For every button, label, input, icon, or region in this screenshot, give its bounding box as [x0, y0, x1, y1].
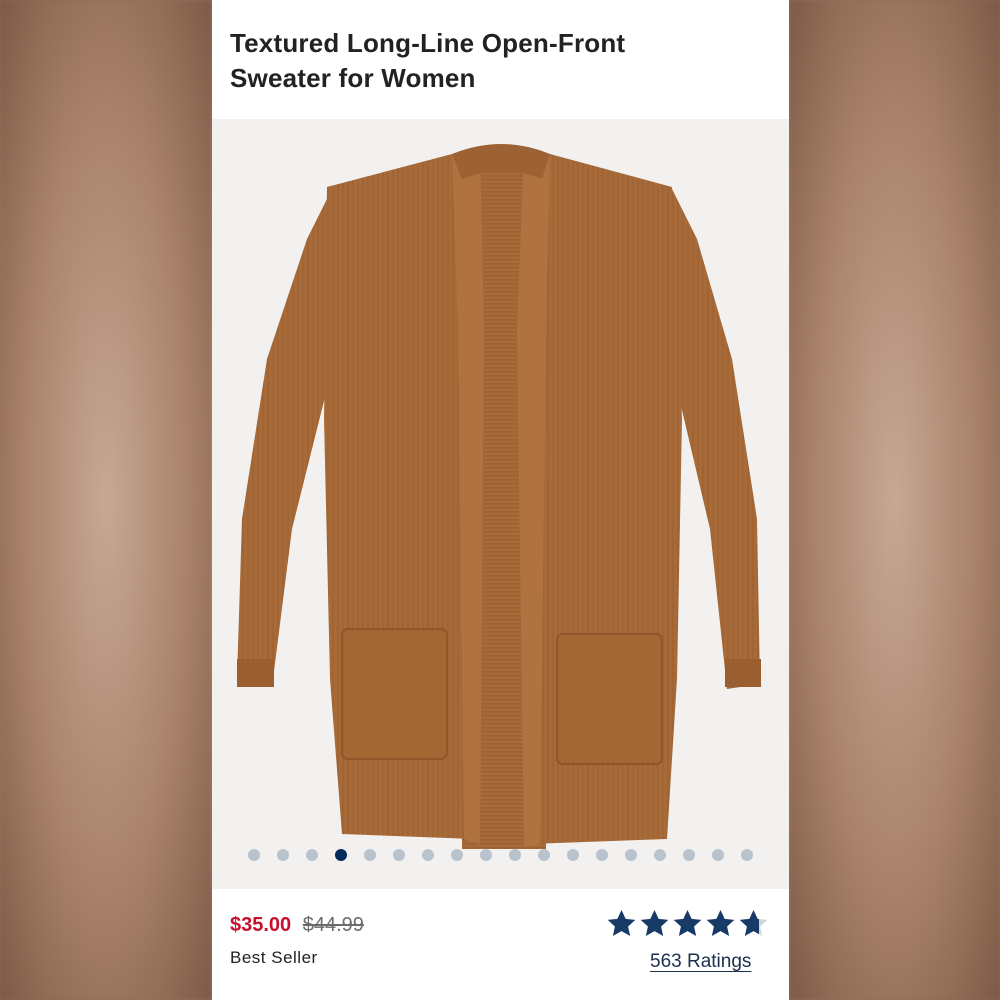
star-icon [607, 909, 636, 937]
carousel-dot[interactable] [683, 849, 695, 861]
product-card: Textured Long-Line Open-Front Sweater fo… [212, 0, 789, 1000]
sweater-image [237, 144, 761, 849]
carousel-dot[interactable] [596, 849, 608, 861]
price-row: $35.00 $44.99 [230, 914, 364, 937]
background-blur-right [789, 0, 1000, 1000]
product-title-line2: Sweater for Women [230, 63, 476, 93]
star-rating[interactable] [606, 908, 769, 939]
carousel-dot[interactable] [741, 849, 753, 861]
background-blur-left [0, 0, 212, 1000]
carousel-dot[interactable] [248, 849, 260, 861]
carousel-dot[interactable] [712, 849, 724, 861]
carousel-dot[interactable] [306, 849, 318, 861]
product-title: Textured Long-Line Open-Front Sweater fo… [230, 26, 770, 96]
carousel-dot[interactable] [422, 849, 434, 861]
carousel-dot[interactable] [509, 849, 521, 861]
product-title-line1: Textured Long-Line Open-Front [230, 28, 626, 58]
best-seller-badge: Best Seller [230, 948, 318, 967]
star-icon [739, 909, 768, 937]
original-price: $44.99 [302, 914, 364, 936]
carousel-dot[interactable] [538, 849, 550, 861]
carousel-dot[interactable] [625, 849, 637, 861]
carousel-indicator [212, 849, 789, 861]
star-icon [706, 909, 735, 937]
carousel-dot-active[interactable] [335, 849, 347, 861]
carousel-dot[interactable] [567, 849, 579, 861]
ratings-link[interactable]: 563 Ratings [650, 951, 751, 973]
carousel-dot[interactable] [364, 849, 376, 861]
star-icon [673, 909, 702, 937]
carousel-dot[interactable] [654, 849, 666, 861]
sale-price: $35.00 [230, 914, 292, 936]
product-image[interactable] [212, 119, 789, 889]
carousel-dot[interactable] [451, 849, 463, 861]
star-icon [640, 909, 669, 937]
carousel-dot[interactable] [393, 849, 405, 861]
carousel-dot[interactable] [480, 849, 492, 861]
carousel-dot[interactable] [277, 849, 289, 861]
